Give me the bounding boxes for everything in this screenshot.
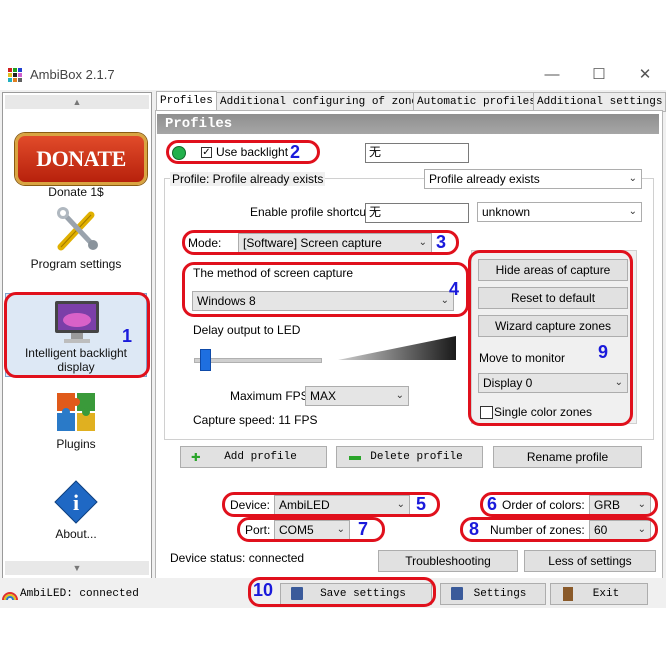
troubleshooting-button[interactable]: Troubleshooting xyxy=(378,550,518,572)
maximize-button[interactable]: ☐ xyxy=(585,64,613,86)
sidebar-item-label: Donate 1$ xyxy=(48,185,104,199)
minus-icon xyxy=(349,456,361,460)
close-button[interactable]: ✕ xyxy=(631,64,659,86)
chevron-down-icon: ⌄ xyxy=(395,390,404,401)
chevron-down-icon: ⌄ xyxy=(628,173,637,184)
settings-button[interactable]: Settings xyxy=(440,583,546,605)
annotation-number-2: 2 xyxy=(290,142,301,162)
annotation-number-7: 7 xyxy=(358,519,369,539)
sidebar-item-about[interactable]: i About... xyxy=(5,479,147,543)
tools-icon xyxy=(57,207,98,251)
sidebar-item-label: Program settings xyxy=(30,257,122,271)
delay-slider-thumb[interactable] xyxy=(200,349,212,371)
device-status-text: Device status: connected xyxy=(170,551,305,565)
capture-speed-text: Capture speed: 11 FPS xyxy=(193,413,318,427)
delay-label: Delay output to LED xyxy=(193,323,301,337)
annotation-box-9 xyxy=(468,250,633,426)
annotation-number-4: 4 xyxy=(449,279,460,299)
window-title: AmbiBox 2.1.7 xyxy=(30,67,115,82)
plus-icon: ✚ xyxy=(191,448,201,466)
sidebar-item-plugins[interactable]: Plugins xyxy=(5,389,147,453)
sidebar-scroll-down[interactable]: ▼ xyxy=(5,561,149,575)
profile-status-text: Profile: Profile already exists xyxy=(170,172,326,186)
shortcut-input[interactable]: 无 xyxy=(365,203,469,223)
sidebar-scroll-up[interactable]: ▲ xyxy=(5,95,149,109)
donate-now-logo: DONATE NOW xyxy=(15,133,147,217)
annotation-number-6: 6 xyxy=(487,494,498,514)
delay-ramp-icon xyxy=(338,336,456,360)
tab-automatic-profiles[interactable]: Automatic profiles xyxy=(413,92,540,112)
max-fps-value: MAX xyxy=(310,389,337,403)
settings-label: Settings xyxy=(473,588,527,600)
capture-method-select[interactable]: Windows 8 ⌄ xyxy=(192,291,454,311)
sidebar-item-label: About... xyxy=(55,527,97,541)
exit-button[interactable]: Exit xyxy=(550,583,648,605)
delete-profile-button[interactable]: Delete profile xyxy=(336,446,483,468)
shortcut-label: Enable profile shortcut: xyxy=(250,205,373,219)
annotation-box-10 xyxy=(248,577,436,607)
delete-profile-label: Delete profile xyxy=(370,451,463,463)
status-text: AmbiLED: connected xyxy=(20,588,139,600)
rainbow-icon xyxy=(2,592,18,601)
floppy-icon xyxy=(451,587,463,600)
chevron-down-icon: ⌄ xyxy=(440,295,449,306)
annotation-box-3 xyxy=(182,230,459,255)
title-bar: AmbiBox 2.1.7 — ☐ ✕ xyxy=(0,60,666,90)
tab-additional-settings[interactable]: Additional settings xyxy=(533,92,666,112)
exit-label: Exit xyxy=(592,588,620,600)
exit-door-icon xyxy=(563,587,573,601)
rename-profile-button[interactable]: Rename profile xyxy=(493,446,642,468)
shortcut-key-value: unknown xyxy=(482,205,531,219)
profile-name-input[interactable]: 无 xyxy=(365,143,469,163)
profile-select-value: Profile already exists xyxy=(429,172,540,186)
sidebar-item-label: Plugins xyxy=(56,437,96,451)
puzzle-icon xyxy=(57,393,95,431)
shortcut-key-select[interactable]: unknown ⌄ xyxy=(477,202,642,222)
less-settings-button[interactable]: Less of settings xyxy=(524,550,656,572)
annotation-box-6 xyxy=(480,492,658,517)
add-profile-label: Add profile xyxy=(224,451,297,463)
annotation-number-10: 10 xyxy=(253,580,274,600)
capture-method-label: The method of screen capture xyxy=(193,266,354,280)
annotation-box-8 xyxy=(460,517,658,542)
tab-additional-zones[interactable]: Additional configuring of zones xyxy=(216,92,429,112)
minimize-button[interactable]: — xyxy=(538,64,566,86)
panel-heading: Profiles xyxy=(157,114,659,134)
annotation-number-5: 5 xyxy=(416,494,427,514)
capture-method-value: Windows 8 xyxy=(197,294,256,308)
add-profile-button[interactable]: ✚ Add profile xyxy=(180,446,327,468)
svg-text:i: i xyxy=(73,490,79,515)
info-icon: i xyxy=(54,480,98,524)
sidebar-item-donate[interactable]: DONATE NOW Donate 1$ xyxy=(5,111,147,217)
chevron-down-icon: ⌄ xyxy=(628,206,637,217)
app-icon xyxy=(8,68,22,82)
annotation-number-1: 1 xyxy=(122,326,133,346)
max-fps-label: Maximum FPS xyxy=(230,389,309,403)
annotation-number-3: 3 xyxy=(436,232,447,252)
tab-profiles[interactable]: Profiles xyxy=(156,91,217,112)
annotation-number-8: 8 xyxy=(469,519,480,539)
sidebar-item-program-settings[interactable]: Program settings xyxy=(5,203,147,273)
delay-slider[interactable] xyxy=(194,358,322,363)
max-fps-select[interactable]: MAX ⌄ xyxy=(305,386,409,406)
profile-select[interactable]: Profile already exists ⌄ xyxy=(424,169,642,189)
annotation-box-5 xyxy=(222,492,440,517)
